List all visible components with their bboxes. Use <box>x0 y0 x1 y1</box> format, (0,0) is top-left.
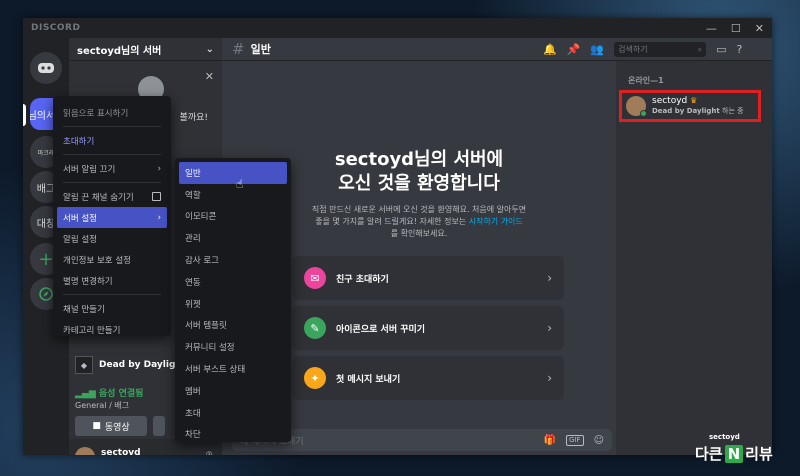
member-category: 온라인—1 <box>628 76 664 85</box>
menu-item-mark-read[interactable]: 읽음으로 표시하기 <box>57 102 167 123</box>
avatar <box>626 96 647 117</box>
submenu-item[interactable]: 멤버 <box>179 380 287 402</box>
getting-started-link[interactable]: 시작하기 가이드 <box>469 217 523 226</box>
active-server-pill <box>23 104 26 126</box>
welcome-actions: ✉ 친구 초대하기 › ✎ 아이콘으로 서버 꾸미기 › ✦ 첫 메시지 보내기… <box>292 256 564 406</box>
search-input[interactable]: 검색하기 ⌕ <box>614 42 707 57</box>
chevron-right-icon: › <box>157 163 161 174</box>
server-name: sectoyd님의 서버 <box>77 45 162 57</box>
brush-icon: ✎ <box>304 317 326 339</box>
submenu-item[interactable]: 차단 <box>179 424 287 446</box>
composer-tools: 🎁 GIF ☺ <box>544 434 604 446</box>
submenu-item[interactable]: 감사 로그 <box>179 249 287 271</box>
message-icon: ✦ <box>304 367 326 389</box>
server-context-menu: 읽음으로 표시하기 초대하기 서버 알림 끄기 › 알림 끈 채널 숨기기 서버 … <box>53 96 171 336</box>
hash-icon: # <box>232 40 245 58</box>
maximize-button[interactable]: ☐ <box>731 22 741 35</box>
emoji-icon[interactable]: ☺ <box>594 435 604 446</box>
menu-divider <box>63 182 161 183</box>
menu-item-notif-settings[interactable]: 알림 설정 <box>57 228 167 249</box>
chevron-right-icon: › <box>157 212 161 223</box>
bell-icon[interactable]: 🔔 <box>543 43 557 56</box>
discord-logo-icon <box>38 63 54 73</box>
watermark-tag: sectoyd <box>709 433 740 441</box>
members-icon[interactable]: 👥 <box>590 43 604 56</box>
chevron-right-icon: › <box>547 271 552 285</box>
menu-item-privacy[interactable]: 개인정보 보호 설정 <box>57 249 167 270</box>
crown-icon: ♛ <box>690 96 698 105</box>
window-controls: — ☐ ✕ <box>706 22 764 35</box>
menu-divider <box>63 294 161 295</box>
gif-button[interactable]: GIF <box>566 434 584 446</box>
search-icon: ⌕ <box>697 44 703 54</box>
submenu-item[interactable]: 초대 <box>179 402 287 424</box>
server-name-header[interactable]: sectoyd님의 서버 ⌄ <box>69 38 222 61</box>
chevron-right-icon: › <box>547 371 552 385</box>
game-name: Dead by Daylight <box>99 360 187 370</box>
title-bar: DISCORD — ☐ ✕ <box>23 18 772 38</box>
avatar[interactable] <box>75 447 95 455</box>
member-name: sectoyd ♛ <box>652 96 698 106</box>
app-brand: DISCORD <box>31 23 81 33</box>
menu-item-notif-off[interactable]: 서버 알림 끄기 › <box>57 158 167 179</box>
invite-friends-action[interactable]: ✉ 친구 초대하기 › <box>292 256 564 300</box>
user-name: sectoyd #0000 <box>101 448 141 455</box>
microphone-icon[interactable]: 🎙 <box>203 452 216 456</box>
menu-item-server-settings[interactable]: 서버 설정 › <box>57 207 167 228</box>
menu-item-nickname[interactable]: 별명 변경하기 <box>57 270 167 291</box>
submenu-item[interactable]: 커뮤니티 설정 <box>179 336 287 358</box>
menu-item-invite[interactable]: 초대하기 <box>57 130 167 151</box>
gift-icon[interactable]: 🎁 <box>544 435 556 446</box>
submenu-item[interactable]: 위젯 <box>179 293 287 315</box>
pin-icon[interactable]: 📌 <box>567 43 581 56</box>
submenu-item[interactable]: 역할 <box>179 184 287 206</box>
home-button[interactable] <box>30 52 62 84</box>
inbox-icon[interactable]: ▭ <box>716 43 726 56</box>
submenu-item[interactable]: 일반 <box>179 162 287 184</box>
channel-title: 일반 <box>250 43 271 56</box>
chevron-right-icon: › <box>547 321 552 335</box>
chevron-down-icon: ⌄ <box>205 43 214 55</box>
invite-icon: ✉ <box>304 267 326 289</box>
submenu-item[interactable]: 서버 부스트 상태 <box>179 358 287 380</box>
voice-buttons: ■ 동영상 <box>75 416 165 436</box>
watermark-text: 다큰 N 리뷰 <box>695 444 773 463</box>
game-icon: ◆ <box>75 356 93 374</box>
close-icon[interactable]: ✕ <box>205 70 214 83</box>
watermark-logo: sectoyd 다큰 N 리뷰 <box>695 433 795 471</box>
menu-divider <box>63 154 161 155</box>
member-list: 온라인—1 sectoyd ♛ Dead by Daylight 하는 중 <box>616 61 772 455</box>
close-button[interactable]: ✕ <box>755 22 764 35</box>
submenu-item[interactable]: 이모티콘 <box>179 206 287 228</box>
submenu-item[interactable]: 관리 <box>179 227 287 249</box>
submenu-item[interactable]: 연동 <box>179 271 287 293</box>
online-status-icon <box>640 110 647 117</box>
boost-text: 볼까요! <box>179 113 208 123</box>
hand-cursor-icon: ☝ <box>236 177 244 191</box>
video-button[interactable]: ■ 동영상 <box>75 416 147 436</box>
customize-server-action[interactable]: ✎ 아이콘으로 서버 꾸미기 › <box>292 306 564 350</box>
first-message-action[interactable]: ✦ 첫 메시지 보내기 › <box>292 356 564 400</box>
camera-icon: ■ <box>92 421 101 431</box>
menu-item-hide-muted[interactable]: 알림 끈 채널 숨기기 <box>57 186 167 207</box>
submenu-item[interactable]: 서버 템플릿 <box>179 315 287 337</box>
member-activity: Dead by Daylight 하는 중 <box>652 107 744 115</box>
member-item[interactable]: sectoyd ♛ Dead by Daylight 하는 중 <box>619 90 761 122</box>
menu-divider <box>63 126 161 127</box>
checkbox-icon <box>152 192 161 201</box>
menu-item-create-channel[interactable]: 채널 만들기 <box>57 298 167 319</box>
server-settings-submenu: 일반 역할 이모티콘 관리 감사 로그 연동 위젯 서버 템플릿 커뮤니티 설정… <box>175 158 291 442</box>
screen-share-button[interactable] <box>153 416 165 436</box>
header-toolbar: 🔔 📌 👥 검색하기 ⌕ ▭ ? <box>543 38 742 61</box>
help-icon[interactable]: ? <box>737 43 743 56</box>
menu-item-create-category[interactable]: 카테고리 만들기 <box>57 319 167 340</box>
minimize-button[interactable]: — <box>706 22 717 35</box>
